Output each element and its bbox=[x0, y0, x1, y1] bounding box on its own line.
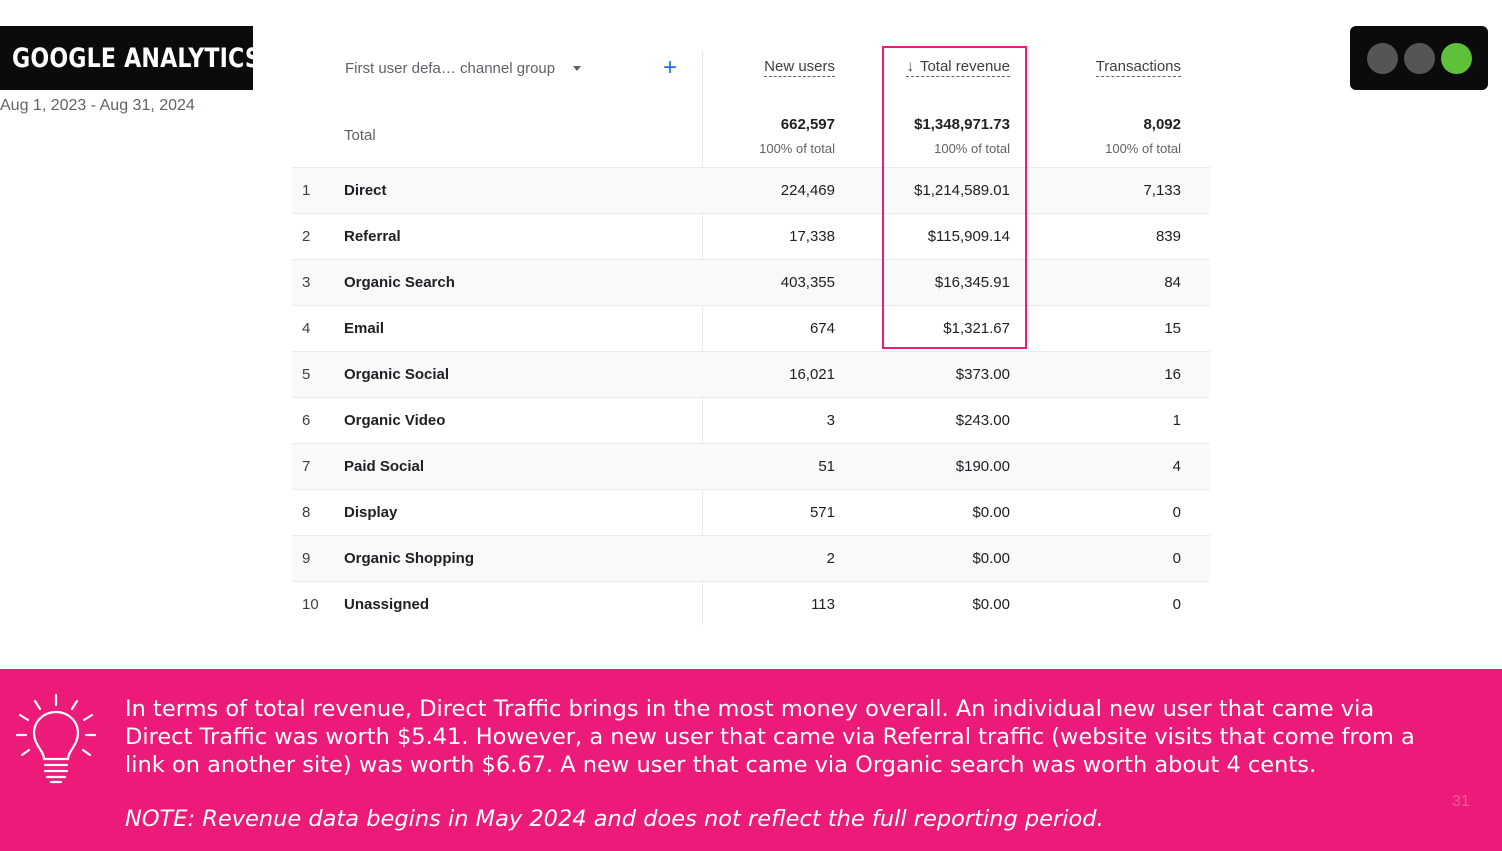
row-revenue: $373.00 bbox=[955, 366, 1010, 383]
table-row[interactable]: 5 Organic Social 16,021 $373.00 16 bbox=[292, 351, 1210, 397]
row-transactions: 7,133 bbox=[1143, 182, 1181, 199]
row-revenue: $0.00 bbox=[972, 504, 1010, 521]
row-new-users: 16,021 bbox=[789, 366, 835, 383]
row-transactions: 0 bbox=[1172, 596, 1181, 613]
row-transactions: 4 bbox=[1172, 458, 1181, 475]
table-row[interactable]: 3 Organic Search 403,355 $16,345.91 84 bbox=[292, 259, 1210, 305]
row-new-users: 51 bbox=[818, 458, 835, 475]
row-transactions: 839 bbox=[1155, 228, 1181, 245]
row-revenue: $190.00 bbox=[955, 458, 1010, 475]
row-transactions: 16 bbox=[1164, 366, 1181, 383]
row-channel: Organic Social bbox=[344, 366, 450, 383]
total-new-users-pct: 100% of total bbox=[759, 141, 835, 156]
row-transactions: 1 bbox=[1172, 412, 1181, 429]
row-revenue: $243.00 bbox=[955, 412, 1010, 429]
row-new-users: 113 bbox=[811, 596, 835, 613]
row-revenue: $115,909.14 bbox=[927, 228, 1010, 245]
slide-title: GOOGLE ANALYTICS bbox=[12, 42, 261, 74]
table-row[interactable]: 6 Organic Video 3 $243.00 1 bbox=[292, 397, 1210, 443]
dot-1 bbox=[1366, 42, 1398, 74]
table-row[interactable]: 8 Display 571 $0.00 0 bbox=[292, 489, 1210, 535]
table-row[interactable]: 10 Unassigned 113 $0.00 0 bbox=[292, 581, 1210, 627]
total-revenue: $1,348,971.73 bbox=[914, 116, 1010, 133]
page-number: 31 bbox=[1452, 793, 1470, 810]
dot-3 bbox=[1440, 42, 1472, 74]
row-revenue: $0.00 bbox=[972, 596, 1010, 613]
row-index: 1 bbox=[302, 182, 311, 199]
dimension-label: First user defa… channel group bbox=[345, 60, 556, 77]
row-index: 10 bbox=[302, 596, 319, 613]
row-transactions: 0 bbox=[1172, 504, 1181, 521]
table-row[interactable]: 1 Direct 224,469 $1,214,589.01 7,133 bbox=[292, 167, 1210, 213]
insight-text: In terms of total revenue, Direct Traffi… bbox=[125, 696, 1415, 778]
row-index: 4 bbox=[302, 320, 311, 337]
total-new-users: 662,597 bbox=[780, 116, 835, 133]
sort-down-icon: ↓ bbox=[906, 58, 914, 75]
col-header-total-revenue[interactable]: ↓ Total revenue bbox=[906, 58, 1010, 77]
row-index: 5 bbox=[302, 366, 311, 383]
row-transactions: 0 bbox=[1172, 550, 1181, 567]
row-channel: Email bbox=[344, 320, 385, 337]
row-index: 2 bbox=[302, 228, 311, 245]
table-row[interactable]: 2 Referral 17,338 $115,909.14 839 bbox=[292, 213, 1210, 259]
total-transactions-pct: 100% of total bbox=[1105, 141, 1181, 156]
insight-banner: In terms of total revenue, Direct Traffi… bbox=[0, 669, 1502, 851]
row-channel: Organic Shopping bbox=[344, 550, 474, 567]
row-channel: Unassigned bbox=[344, 596, 430, 613]
row-new-users: 2 bbox=[826, 550, 835, 567]
row-new-users: 674 bbox=[809, 320, 835, 337]
date-range: Aug 1, 2023 - Aug 31, 2024 bbox=[0, 97, 195, 114]
row-new-users: 224,469 bbox=[780, 182, 835, 199]
row-channel: Direct bbox=[344, 182, 387, 199]
row-channel: Organic Video bbox=[344, 412, 446, 429]
total-transactions: 8,092 bbox=[1143, 116, 1181, 133]
row-index: 7 bbox=[302, 458, 311, 475]
col-header-new-users[interactable]: New users bbox=[764, 58, 835, 77]
row-new-users: 571 bbox=[809, 504, 835, 521]
row-new-users: 403,355 bbox=[780, 274, 835, 291]
row-index: 3 bbox=[302, 274, 311, 291]
total-label: Total bbox=[344, 127, 376, 144]
add-dimension-button[interactable]: + bbox=[659, 56, 681, 80]
total-revenue-pct: 100% of total bbox=[934, 141, 1010, 156]
dropdown-caret-icon bbox=[573, 66, 582, 71]
row-channel: Display bbox=[344, 504, 398, 521]
col-header-transactions[interactable]: Transactions bbox=[1095, 58, 1181, 77]
row-revenue: $1,321.67 bbox=[943, 320, 1010, 337]
row-index: 8 bbox=[302, 504, 311, 521]
row-channel: Organic Search bbox=[344, 274, 455, 291]
row-revenue: $0.00 bbox=[972, 550, 1010, 567]
row-channel: Paid Social bbox=[344, 458, 425, 475]
row-transactions: 84 bbox=[1164, 274, 1181, 291]
row-new-users: 17,338 bbox=[789, 228, 835, 245]
row-revenue: $1,214,589.01 bbox=[914, 182, 1010, 199]
col-header-total-revenue-label: Total revenue bbox=[919, 58, 1010, 75]
lightbulb-icon bbox=[15, 693, 97, 784]
table-row[interactable]: 4 Email 674 $1,321.67 15 bbox=[292, 305, 1210, 351]
table-row[interactable]: 7 Paid Social 51 $190.00 4 bbox=[292, 443, 1210, 489]
table-row[interactable]: 9 Organic Shopping 2 $0.00 0 bbox=[292, 535, 1210, 581]
row-revenue: $16,345.91 bbox=[934, 274, 1010, 291]
row-transactions: 15 bbox=[1164, 320, 1181, 337]
row-channel: Referral bbox=[344, 228, 401, 245]
row-index: 6 bbox=[302, 412, 311, 429]
dimension-selector[interactable]: First user defa… channel group bbox=[345, 60, 582, 77]
insight-note: NOTE: Revenue data begins in May 2024 an… bbox=[125, 806, 1104, 832]
row-index: 9 bbox=[302, 550, 311, 567]
dot-2 bbox=[1403, 42, 1435, 74]
slide-title-box: GOOGLE ANALYTICS bbox=[0, 26, 261, 90]
row-new-users: 3 bbox=[826, 412, 835, 429]
window-controls bbox=[1350, 26, 1488, 90]
